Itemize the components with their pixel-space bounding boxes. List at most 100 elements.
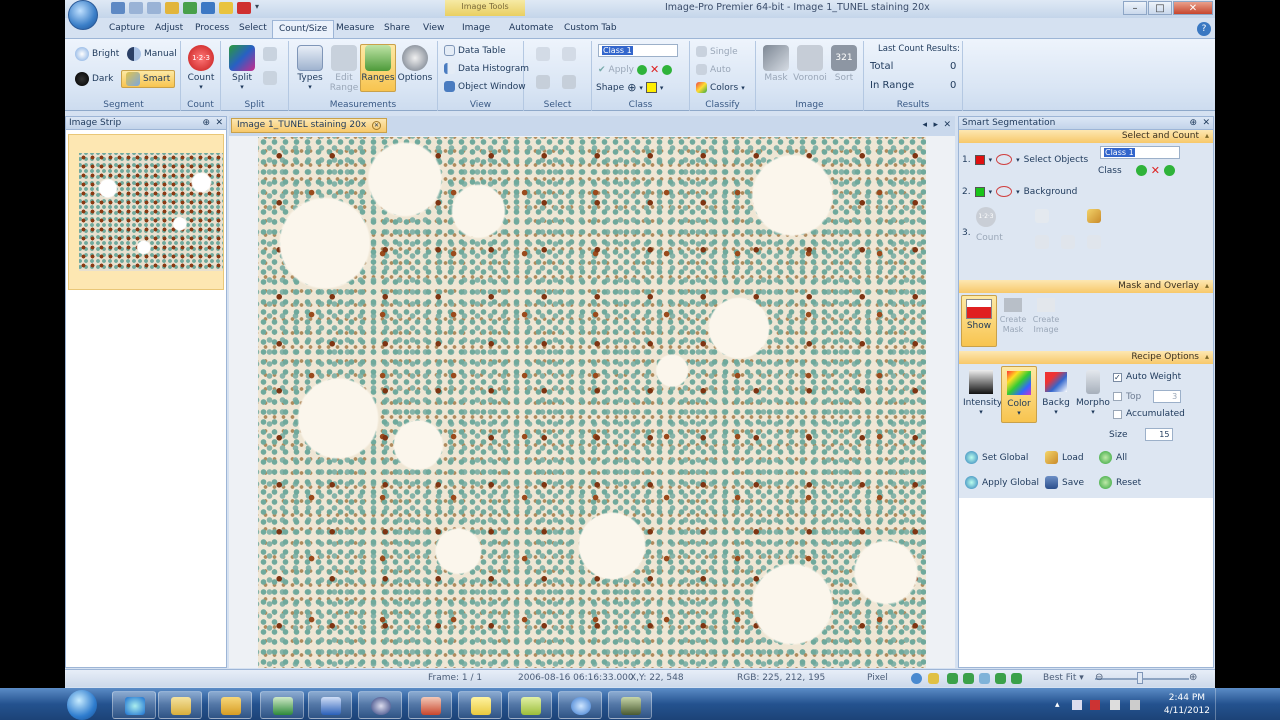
tab-select[interactable]: Select <box>233 20 273 38</box>
class1-color-swatch[interactable] <box>974 154 985 165</box>
size-input[interactable]: 15 <box>1145 428 1174 441</box>
taskbar-powerpoint[interactable] <box>408 691 452 719</box>
system-clock[interactable]: 2:44 PM 4/11/2012 <box>1164 692 1210 718</box>
close-button[interactable]: ✕ <box>1173 1 1213 15</box>
tab-process[interactable]: Process <box>189 20 235 38</box>
unit-selector[interactable]: Pixel <box>867 673 888 683</box>
channels-icon[interactable] <box>995 673 1006 684</box>
tab-custom-tab[interactable]: Custom Tab <box>558 20 623 38</box>
taskbar-excel[interactable] <box>260 691 304 719</box>
redo-icon[interactable] <box>147 2 161 14</box>
tab-count-size[interactable]: Count/Size <box>272 20 335 38</box>
data-table-button[interactable]: Data Table <box>444 45 506 56</box>
colors-button[interactable]: Colors ▾ <box>696 82 745 93</box>
set-global-button[interactable]: Set Global <box>965 451 1028 464</box>
class-ok-icon[interactable] <box>662 64 673 75</box>
zoom-out-icon[interactable]: ⊖ <box>1095 672 1103 683</box>
cancel-icon[interactable] <box>237 2 251 14</box>
ellipse-selection-icon[interactable] <box>996 154 1013 165</box>
morpho-button[interactable]: Morpho ▾ <box>1075 370 1111 416</box>
options-button[interactable]: Options <box>397 45 433 83</box>
merge-icon[interactable] <box>263 47 277 61</box>
close-icon[interactable]: ✕ <box>1202 117 1210 129</box>
delete-class-icon[interactable]: ✕ <box>1151 164 1160 177</box>
tile-icon[interactable] <box>963 673 974 684</box>
taskbar-image-pro[interactable] <box>558 691 602 719</box>
ellipse-background-icon[interactable] <box>996 186 1013 197</box>
tunel-staining-image[interactable] <box>258 137 926 668</box>
single-button[interactable]: Single <box>696 46 738 57</box>
dark-button[interactable]: Dark <box>75 72 113 86</box>
tab-adjust[interactable]: Adjust <box>149 20 189 38</box>
count-icon[interactable]: 1·2·3 <box>976 207 996 227</box>
create-mask-button[interactable]: Create Mask <box>997 298 1029 335</box>
tab-image[interactable]: Image <box>456 20 496 38</box>
top-value-input[interactable]: 3 <box>1153 390 1182 403</box>
object-window-button[interactable]: Object Window <box>444 81 526 92</box>
data-histogram-button[interactable]: Data Histogram <box>444 63 529 74</box>
sort-button[interactable]: 321 Sort <box>826 45 862 83</box>
reset-button[interactable]: Reset <box>1099 476 1141 489</box>
start-button[interactable] <box>67 690 97 720</box>
background-color-swatch[interactable] <box>974 186 985 197</box>
split-button[interactable]: Split ▾ <box>224 45 260 91</box>
manual-button[interactable]: Manual <box>127 47 177 61</box>
all-button[interactable]: All <box>1099 451 1127 464</box>
image-canvas[interactable] <box>229 136 955 668</box>
load-button[interactable]: Load <box>1045 451 1084 464</box>
zoom-selector[interactable]: Best Fit ▾ <box>1043 673 1084 683</box>
tray-alert-icon[interactable] <box>1090 700 1100 710</box>
show-button[interactable]: Show <box>961 295 997 347</box>
auto-weight-checkbox[interactable]: ✓ Auto Weight <box>1113 372 1181 382</box>
zoom-in-icon[interactable]: ⊕ <box>1189 672 1197 683</box>
bright-button[interactable]: Bright <box>75 47 119 61</box>
help-button[interactable]: ? <box>1197 22 1211 36</box>
mask-button[interactable]: Mask <box>758 45 794 83</box>
pointer-icon[interactable] <box>536 47 550 61</box>
apply-global-button[interactable]: Apply Global <box>965 476 1039 489</box>
apply-button[interactable]: ✔ Apply ✕ <box>598 63 673 76</box>
taskbar-ie[interactable] <box>112 691 156 719</box>
voronoi-button[interactable]: Voronoi <box>792 45 828 83</box>
class-ok-icon[interactable] <box>1163 165 1175 176</box>
maximize-button[interactable]: □ <box>1148 1 1172 15</box>
select-tool-icon[interactable] <box>562 47 576 61</box>
select-objects-button[interactable]: Select Objects <box>1024 155 1089 165</box>
open-icon[interactable] <box>165 2 179 14</box>
tab-automate[interactable]: Automate <box>503 20 559 38</box>
capture-icon[interactable] <box>201 2 215 14</box>
minimize-button[interactable]: – <box>1123 1 1147 15</box>
pointer-icon[interactable] <box>219 2 233 14</box>
add-class-icon[interactable] <box>636 64 647 75</box>
pin-icon[interactable]: ⊕ <box>202 117 210 129</box>
application-menu-button[interactable] <box>68 0 98 30</box>
add-class-icon[interactable] <box>1135 165 1147 176</box>
undo-split-icon[interactable] <box>263 71 277 85</box>
network-icon[interactable] <box>1110 700 1120 710</box>
class-dropdown[interactable]: Class 1 <box>1100 146 1180 159</box>
undo-icon[interactable] <box>129 2 143 14</box>
grid-icon[interactable] <box>947 673 958 684</box>
mask-and-overlay-header[interactable]: Mask and Overlay <box>959 280 1213 293</box>
delete-icon[interactable] <box>1035 235 1049 249</box>
tab-view[interactable]: View <box>417 20 450 38</box>
refresh-icon[interactable] <box>183 2 197 14</box>
taskbar-viewer[interactable] <box>508 691 552 719</box>
pin-icon[interactable]: ⊕ <box>1189 117 1197 129</box>
taskbar-word[interactable] <box>308 691 352 719</box>
count-button[interactable]: 1·2·3 Count ▾ <box>183 45 219 91</box>
auto-button[interactable]: Auto <box>696 64 731 75</box>
volume-icon[interactable] <box>1130 700 1140 710</box>
recipe-options-header[interactable]: Recipe Options <box>959 351 1213 364</box>
taskbar-app[interactable] <box>358 691 402 719</box>
smart-button[interactable]: Smart <box>121 70 176 88</box>
show-desktop-button[interactable] <box>1215 688 1216 720</box>
tab-capture[interactable]: Capture <box>103 20 151 38</box>
previous-document-icon[interactable]: ◂ <box>922 120 927 130</box>
background-button[interactable]: Background <box>1024 187 1078 197</box>
intensity-button[interactable]: Intensity ▾ <box>963 370 1002 416</box>
document-tab[interactable]: Image 1_TUNEL staining 20x ✕ <box>231 118 388 133</box>
edit-range-button[interactable]: Edit Range <box>326 45 362 93</box>
ranges-button[interactable]: Ranges <box>360 44 396 92</box>
next-document-icon[interactable]: ▸ <box>933 120 938 130</box>
